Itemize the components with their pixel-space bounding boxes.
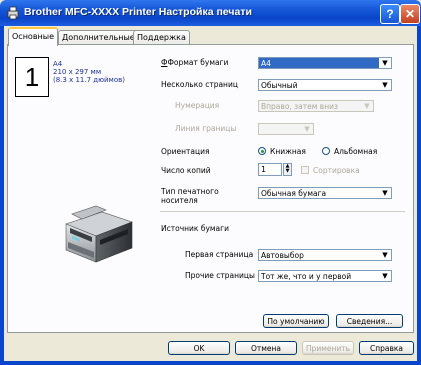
other-pages-select[interactable]: Тот же, что и у первой ▼	[258, 270, 392, 282]
cancel-button[interactable]: Отмена	[235, 341, 297, 355]
numbering-label: Нумерация	[175, 101, 220, 110]
portrait-label: Книжная	[270, 147, 306, 156]
collate-label: Сортировка	[313, 166, 360, 175]
window-title: Brother MFC-XXXX Printer Настройка печат…	[24, 6, 252, 18]
landscape-radio[interactable]	[322, 147, 330, 155]
about-button[interactable]: Сведения...	[336, 314, 403, 328]
chevron-down-icon[interactable]: ▼	[379, 271, 391, 281]
window-frame-right	[417, 26, 421, 365]
help-icon[interactable]: ?	[380, 4, 400, 24]
chevron-down-icon[interactable]: ▼	[301, 124, 313, 134]
chevron-down-icon[interactable]: ▼	[379, 188, 391, 198]
divider	[160, 211, 405, 212]
paper-size-inches: (8.3 x 11.7 дюймов)	[53, 76, 125, 84]
paper-format-select[interactable]: A4 ▼	[258, 57, 392, 69]
window-frame-bottom	[0, 361, 421, 365]
landscape-label: Альбомная	[334, 147, 378, 156]
paper-size-mm: 210 x 297 мм	[53, 68, 102, 76]
chevron-down-icon[interactable]: ▼	[379, 58, 391, 68]
window-frame-left	[0, 26, 4, 365]
page-border-label: Линия границы	[175, 124, 237, 133]
ok-button[interactable]: OK	[168, 341, 230, 355]
portrait-radio[interactable]	[258, 147, 266, 155]
media-type-label: Тип печатного носителя	[161, 187, 219, 205]
page-border-select[interactable]: ▼	[258, 123, 314, 135]
tab-support[interactable]: Поддержка	[133, 30, 190, 44]
apply-button[interactable]: Применить	[302, 341, 354, 355]
help-button[interactable]: Справка	[359, 341, 414, 355]
multiple-pages-label: Несколько страниц	[161, 80, 238, 89]
copies-spinner[interactable]: ▲ ▼	[283, 163, 292, 176]
restore-defaults-button[interactable]: По умолчанию	[263, 314, 329, 328]
multiple-pages-select[interactable]: Обычный ▼	[258, 79, 392, 91]
chevron-down-icon[interactable]: ▼	[361, 101, 373, 111]
copies-input[interactable]: 1	[258, 163, 282, 176]
printer-app-icon	[7, 6, 19, 20]
orientation-label: Ориентация	[161, 147, 210, 156]
paper-source-heading: Источник бумаги	[161, 224, 229, 233]
paper-name: A4	[53, 60, 63, 68]
close-icon[interactable]: ✕	[400, 4, 420, 24]
media-type-select[interactable]: Обычная бумага ▼	[258, 187, 392, 199]
first-page-label: Первая страница	[185, 250, 254, 259]
chevron-down-icon[interactable]: ▼	[379, 80, 391, 90]
collate-checkbox[interactable]	[301, 166, 309, 174]
page-layout-preview: 1	[15, 57, 49, 97]
first-page-select[interactable]: Автовыбор ▼	[258, 249, 392, 261]
tab-basic[interactable]: Основные	[8, 27, 59, 46]
tab-advanced[interactable]: Дополнительные	[58, 30, 139, 44]
numbering-select[interactable]: Вправо, затем вниз ▼	[258, 100, 374, 112]
other-pages-label: Прочие страницы	[185, 271, 255, 280]
paper-format-label: ФФормат бумаги	[161, 58, 229, 67]
title-bar: Brother MFC-XXXX Printer Настройка печат…	[0, 0, 421, 26]
printer-illustration	[65, 205, 133, 263]
chevron-down-icon[interactable]: ▼	[379, 250, 391, 260]
copies-label: Число копий	[161, 166, 211, 175]
